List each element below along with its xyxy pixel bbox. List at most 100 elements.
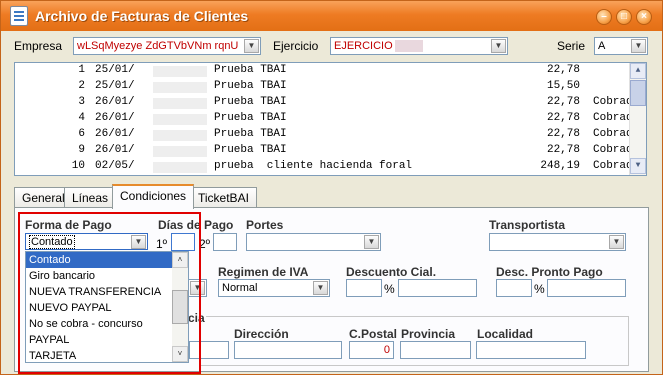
invoice-date: 02/05/ xyxy=(95,160,135,172)
redacted-year xyxy=(153,98,207,109)
dropdown-option[interactable]: TARJETA xyxy=(26,348,172,362)
scroll-down-icon[interactable]: ˅ xyxy=(172,346,188,362)
descuento-label: Descuento Cial. xyxy=(346,265,437,279)
invoice-date: 26/01/ xyxy=(95,144,135,156)
invoice-window: Archivo de Facturas de Clientes – □ × Em… xyxy=(0,0,663,375)
pronto-pago-input[interactable] xyxy=(496,279,532,297)
localidad-input[interactable] xyxy=(476,341,586,359)
forma-pago-label: Forma de Pago xyxy=(25,218,112,232)
chevron-down-icon: ▼ xyxy=(491,39,506,53)
regimen-iva-label: Regimen de IVA xyxy=(218,265,309,279)
invoice-row[interactable]: 9 26/01/Prueba TBAI 22,78 Cobrada xyxy=(15,144,639,160)
redacted-year xyxy=(153,66,207,77)
dropdown-option[interactable]: No se cobra - concurso xyxy=(26,316,172,332)
invoice-amount: 15,50 xyxy=(546,80,580,92)
dropdown-option[interactable]: Contado xyxy=(26,252,172,268)
cpostal-input[interactable]: 0 xyxy=(349,341,394,359)
scroll-down-icon[interactable]: ▼ xyxy=(630,158,646,174)
transportista-label: Transportista xyxy=(489,218,566,232)
localidad-label: Localidad xyxy=(477,327,534,341)
invoice-date: 25/01/ xyxy=(95,80,135,92)
dia-1-input[interactable] xyxy=(171,233,195,251)
chevron-down-icon: ▼ xyxy=(364,235,379,249)
invoice-client: Prueba TBAI xyxy=(214,80,287,92)
invoice-number: 2 xyxy=(78,80,85,92)
descuento-input[interactable] xyxy=(346,279,382,297)
dropdown-option[interactable]: NUEVO PAYPAL xyxy=(26,300,172,316)
pronto-pago-amount-input[interactable] xyxy=(547,279,626,297)
invoice-number: 1 xyxy=(78,64,85,76)
tab-condiciones[interactable]: Condiciones xyxy=(112,184,195,209)
forma-pago-dropdown[interactable]: Contado Giro bancario NUEVA TRANSFERENCIA N… xyxy=(25,251,189,363)
invoice-amount: 22,78 xyxy=(546,64,580,76)
invoice-client: Prueba TBAI xyxy=(214,128,287,140)
dia-2-input[interactable] xyxy=(213,233,237,251)
direccion-label: Dirección xyxy=(234,327,289,341)
empresa-label: Empresa xyxy=(14,39,63,53)
invoice-client: Prueba TBAI xyxy=(214,64,287,76)
list-scrollbar[interactable]: ▲ ▼ xyxy=(629,63,646,175)
hidden-select-behind[interactable]: ▼ xyxy=(187,279,207,297)
invoice-date: 26/01/ xyxy=(95,128,135,140)
invoice-amount: 22,78 xyxy=(546,144,580,156)
invoice-date: 25/01/ xyxy=(95,64,135,76)
invoice-date: 26/01/ xyxy=(95,112,135,124)
dia-2-label: 2º xyxy=(199,237,211,251)
forma-pago-select[interactable]: Contado ▼ xyxy=(25,233,148,250)
invoice-row[interactable]: 10 02/05/prueba cliente hacienda foral 248… xyxy=(15,160,639,175)
dia-1-label: 1º xyxy=(156,237,168,251)
invoice-number: 3 xyxy=(78,96,85,108)
chevron-down-icon: ▼ xyxy=(131,235,146,249)
invoice-row[interactable]: 2 25/01/Prueba TBAI 15,50 xyxy=(15,80,630,96)
direccion-input[interactable] xyxy=(234,341,342,359)
regimen-iva-value: Normal xyxy=(222,282,258,294)
scroll-up-icon[interactable]: ▲ xyxy=(630,63,646,79)
redacted-year xyxy=(153,162,207,173)
dropdown-scrollbar[interactable]: ˄ ˅ xyxy=(172,252,188,362)
serie-value: A xyxy=(598,40,606,52)
minimize-button[interactable]: – xyxy=(596,9,612,25)
tab-ticketbai[interactable]: TicketBAI xyxy=(190,187,257,208)
dropdown-option[interactable]: Giro bancario xyxy=(26,268,172,284)
chevron-down-icon: ▼ xyxy=(631,39,646,53)
dias-pago-label: Días de Pago xyxy=(158,218,234,232)
redacted-year xyxy=(153,114,207,125)
close-button[interactable]: × xyxy=(636,9,652,25)
invoice-list[interactable]: 1 25/01/Prueba TBAI 22,78 2 25/01/Prueba TBA… xyxy=(14,62,647,176)
invoice-row[interactable]: 4 26/01/Prueba TBAI 22,78 Cobrada xyxy=(15,112,639,128)
regimen-iva-select[interactable]: Normal ▼ xyxy=(218,279,330,297)
invoice-client: Prueba TBAI xyxy=(214,112,287,124)
scroll-thumb[interactable] xyxy=(630,80,646,106)
invoice-number: 4 xyxy=(78,112,85,124)
serie-select[interactable]: A ▼ xyxy=(594,37,648,55)
empresa-select[interactable]: wLSqMyezye ZdGTVbVNm rqnU ▼ xyxy=(73,37,261,55)
redacted-value xyxy=(394,40,423,53)
chevron-down-icon: ▼ xyxy=(244,39,259,53)
transportista-select[interactable]: ▼ xyxy=(489,233,626,251)
portes-select[interactable]: ▼ xyxy=(246,233,381,251)
invoice-number: 6 xyxy=(78,128,85,140)
invoice-client: Prueba TBAI xyxy=(214,144,287,156)
chevron-down-icon: ▼ xyxy=(313,281,328,295)
document-icon xyxy=(10,6,28,26)
descuento-percent: % xyxy=(384,282,395,296)
invoice-row[interactable]: 3 26/01/Prueba TBAI 22,78 Cobrada xyxy=(15,96,639,112)
invoice-client: Prueba TBAI xyxy=(214,96,287,108)
invoice-number: 9 xyxy=(78,144,85,156)
invoice-row[interactable]: 6 26/01/Prueba TBAI 22,78 Cobrada xyxy=(15,128,639,144)
scroll-thumb[interactable] xyxy=(172,290,188,324)
provincia-input[interactable] xyxy=(400,341,471,359)
scroll-up-icon[interactable]: ˄ xyxy=(172,252,188,268)
dropdown-option[interactable]: NUEVA TRANSFERENCIA xyxy=(26,284,172,300)
descuento-amount-input[interactable] xyxy=(398,279,477,297)
dropdown-option[interactable]: PAYPAL xyxy=(26,332,172,348)
provincia-label: Provincia xyxy=(401,327,456,341)
ejercicio-select[interactable]: EJERCICIO ▼ xyxy=(330,37,508,55)
title-bar[interactable]: Archivo de Facturas de Clientes – □ × xyxy=(1,1,662,31)
redacted-year xyxy=(153,82,207,93)
tab-lineas[interactable]: Líneas xyxy=(64,187,117,208)
invoice-number: 10 xyxy=(71,160,85,172)
restore-button[interactable]: □ xyxy=(616,9,632,25)
address-partial-input[interactable] xyxy=(189,341,229,359)
invoice-row[interactable]: 1 25/01/Prueba TBAI 22,78 xyxy=(15,64,630,80)
